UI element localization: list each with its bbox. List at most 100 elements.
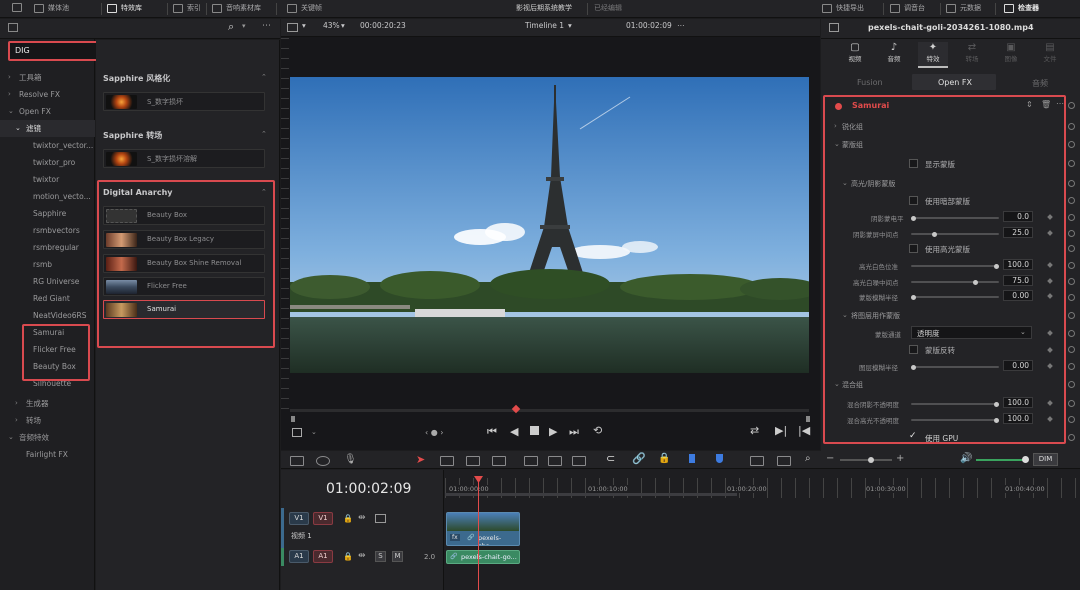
more-options-icon[interactable]: ⋯ xyxy=(1056,99,1064,108)
reset-icon[interactable] xyxy=(1068,434,1075,441)
reset-icon[interactable] xyxy=(1068,197,1075,204)
inspector-tab-3[interactable]: ⇄ 转场 xyxy=(957,42,987,68)
tree-open-fx[interactable]: ⌄ Open FX xyxy=(0,103,95,120)
auto-select-icon[interactable]: ⇹ xyxy=(358,513,366,523)
reset-icon[interactable] xyxy=(1068,294,1075,301)
tree-item[interactable]: rsmbregular xyxy=(0,239,95,256)
fx-item-beauty-box-legacy[interactable]: Beauty Box Legacy xyxy=(103,230,265,249)
mask-channel-dropdown[interactable]: 透明度 ⌄ xyxy=(911,326,1032,339)
selection-tool-icon[interactable]: ➤ xyxy=(416,453,425,466)
effects-library-tab[interactable]: 特效库 xyxy=(107,3,142,13)
blade-tool-icon[interactable] xyxy=(466,456,480,466)
solo-button[interactable]: S xyxy=(375,551,386,562)
zoom-detail-icon[interactable] xyxy=(777,456,791,466)
marker-icon[interactable] xyxy=(716,454,723,463)
match-frame-icon[interactable]: ⇄ xyxy=(750,424,759,437)
section-sapphire-transition[interactable]: Sapphire 转场 xyxy=(103,130,162,141)
timeline-selector[interactable]: Timeline 1 xyxy=(525,21,564,30)
volume-slider[interactable] xyxy=(976,459,1026,461)
overwrite-clip-icon[interactable] xyxy=(548,456,562,466)
zoom-out-icon[interactable]: − xyxy=(826,453,834,464)
fx-item-flicker-free[interactable]: Flicker Free xyxy=(103,277,265,296)
dynamic-trim-icon[interactable] xyxy=(492,456,506,466)
use-hl-mask-checkbox[interactable] xyxy=(909,244,918,253)
delete-icon[interactable]: 🗑 xyxy=(1041,100,1051,109)
tree-transitions[interactable]: › 转场 xyxy=(0,412,95,429)
dim-button[interactable]: DIM xyxy=(1033,453,1058,466)
mixer-tab[interactable]: 调音台 xyxy=(890,3,925,13)
timeline-view-icon[interactable] xyxy=(290,456,304,466)
slider-knob[interactable] xyxy=(931,231,937,237)
quick-export-tab[interactable]: 快捷导出 xyxy=(822,3,864,13)
reset-icon[interactable] xyxy=(1068,312,1075,319)
loop-icon[interactable]: ⟲ xyxy=(593,424,602,437)
slider-knob[interactable] xyxy=(911,215,916,221)
inspector-tab-2[interactable]: ✦ 特效 xyxy=(918,42,948,68)
skip-start-icon[interactable]: ⏮ xyxy=(487,425,497,439)
sound-library-tab[interactable]: 音响素材库 xyxy=(212,3,261,13)
tree-item[interactable]: twixtor_vector... xyxy=(0,137,95,154)
viewer-layout-icon[interactable] xyxy=(287,23,298,32)
reset-icon[interactable] xyxy=(1068,346,1075,353)
inspector-tab-5[interactable]: ▤ 文件 xyxy=(1035,42,1065,68)
in-marker[interactable] xyxy=(291,416,295,422)
blend-shadow-slider[interactable] xyxy=(911,403,999,405)
inspector-tab[interactable]: 检查器 xyxy=(1004,3,1039,13)
timeline-playhead[interactable] xyxy=(478,478,479,590)
layer-blur-slider[interactable] xyxy=(911,366,999,368)
fx-item[interactable]: S_数字损坏 xyxy=(103,92,265,111)
slider-knob[interactable] xyxy=(973,279,979,285)
inspector-tab-0[interactable]: ▢ 视频 xyxy=(840,42,870,68)
reset-icon[interactable] xyxy=(1068,416,1075,423)
viewer-scrubber[interactable] xyxy=(290,409,809,412)
reset-icon[interactable] xyxy=(1068,230,1075,237)
blend-hl-slider[interactable] xyxy=(911,419,999,421)
fx-item-beauty-box[interactable]: Beauty Box xyxy=(103,206,265,225)
hl-white-value[interactable]: 100.0 xyxy=(1003,259,1033,270)
reset-icon[interactable] xyxy=(1068,400,1075,407)
snapping-icon[interactable]: ⊂ xyxy=(606,452,615,465)
next-clip-icon[interactable]: ▶| xyxy=(775,424,787,437)
metadata-tab[interactable]: 元数据 xyxy=(946,3,981,13)
lock-icon[interactable]: 🔒 xyxy=(343,514,353,523)
slider-knob[interactable] xyxy=(911,294,916,300)
shadow-level-slider[interactable] xyxy=(911,217,999,219)
slider-knob[interactable] xyxy=(911,364,916,370)
layer-blur-value[interactable]: 0.00 xyxy=(1003,360,1033,371)
chevron-down-icon[interactable]: ▾ xyxy=(568,21,572,30)
out-marker[interactable] xyxy=(806,416,810,422)
inspector-tab-1[interactable]: ♪ 音频 xyxy=(879,42,909,68)
more-options-icon[interactable]: ⋯ xyxy=(262,21,271,31)
reorder-icon[interactable]: ⇕ xyxy=(1026,100,1033,109)
replace-clip-icon[interactable] xyxy=(572,456,586,466)
shadow-mid-value[interactable]: 25.0 xyxy=(1003,227,1033,238)
prev-clip-icon[interactable]: |◀ xyxy=(798,424,810,437)
play-icon[interactable]: ▶ xyxy=(549,425,557,438)
audio-clip[interactable]: 🔗 pexels-chait-go... xyxy=(446,550,520,564)
auto-select-icon[interactable]: ⇹ xyxy=(358,551,366,561)
subtab-audio[interactable]: 音频 xyxy=(1032,78,1048,89)
keyframes-tab[interactable]: 关键帧 xyxy=(287,3,322,13)
chevron-up-icon[interactable]: ⌃ xyxy=(261,73,267,81)
chevron-down-icon[interactable]: ▾ xyxy=(341,21,345,30)
panel-layout-icon[interactable] xyxy=(8,23,18,32)
source-a1-button[interactable]: A1 xyxy=(289,550,309,563)
mask-blur-slider[interactable] xyxy=(911,296,999,298)
zoom-level[interactable]: 43% xyxy=(323,21,340,30)
chevron-down-icon[interactable]: ▾ xyxy=(242,22,246,30)
tree-audio-fx[interactable]: ⌄ 音频特效 xyxy=(0,429,95,446)
chevron-up-icon[interactable]: ⌃ xyxy=(261,188,267,196)
tree-toolbox[interactable]: › 工具箱 xyxy=(0,69,95,86)
show-mask-checkbox[interactable] xyxy=(909,159,918,168)
inspector-tab-4[interactable]: ▣ 图像 xyxy=(996,42,1026,68)
insert-clip-icon[interactable] xyxy=(524,456,538,466)
reset-icon[interactable] xyxy=(1068,262,1075,269)
shadow-mid-slider[interactable] xyxy=(911,233,999,235)
chevron-down-icon[interactable]: ▾ xyxy=(302,21,306,30)
frame-nav-icon[interactable]: ‹ ● › xyxy=(425,428,443,437)
lock-icon[interactable]: 🔒 xyxy=(343,552,353,561)
volume-knob[interactable] xyxy=(1022,456,1029,463)
blend-hl-value[interactable]: 100.0 xyxy=(1003,413,1033,424)
tree-resolve-fx[interactable]: › Resolve FX xyxy=(0,86,95,103)
reset-icon[interactable] xyxy=(1068,214,1075,221)
